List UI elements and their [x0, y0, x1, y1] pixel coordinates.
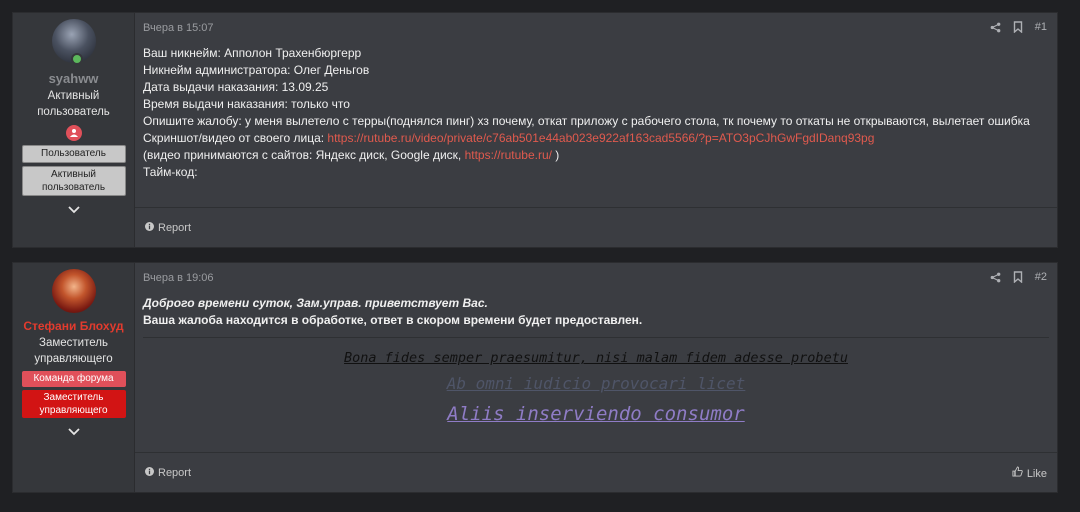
message-text: Скриншот/видео от своего лица: — [143, 131, 328, 145]
forum-post: Стефани Блохуд Заместитель управляющего … — [12, 262, 1058, 493]
chevron-down-icon[interactable] — [67, 206, 80, 214]
post-footer: Report Like — [135, 452, 1057, 492]
report-label: Report — [158, 466, 192, 479]
video-link[interactable]: https://rutube.ru/video/private/c76ab501… — [327, 131, 874, 145]
like-label: Like — [1026, 467, 1047, 480]
like-icon — [1012, 465, 1023, 480]
signature-line: Ab omni iudicio provocari licet — [446, 374, 746, 393]
report-button[interactable]: Report — [145, 466, 192, 479]
share-icon[interactable] — [990, 22, 1001, 33]
message-line: Скриншот/видео от своего лица: https://r… — [143, 130, 1033, 147]
message-text: ) — [551, 148, 560, 162]
forum-post: syahww Активный пользователь Пользовател… — [12, 12, 1058, 248]
post-tools: #2 — [990, 271, 1047, 283]
post-number[interactable]: #1 — [1035, 21, 1047, 33]
message-line: Тайм-код: — [143, 165, 198, 179]
bookmark-icon[interactable] — [1013, 271, 1023, 283]
message-line: Время выдачи наказания: только что — [143, 97, 350, 111]
signature-line: Bona fides semper praesumitur, nisi mala… — [344, 350, 848, 366]
avatar[interactable] — [51, 19, 96, 65]
message-line: Ваш никнейм: Апполон Трахенбюргерр — [143, 46, 362, 60]
post-content: Вчера в 19:06 #2 Доброго времени суток, … — [135, 263, 1057, 492]
user-info: syahww Активный пользователь Пользовател… — [13, 13, 135, 247]
user-badge: Заместитель управляющего — [21, 390, 126, 418]
post-date[interactable]: Вчера в 15:07 — [143, 22, 214, 34]
username[interactable]: syahww — [49, 71, 99, 86]
user-badge: Команда форума — [21, 371, 126, 387]
post-number[interactable]: #2 — [1035, 271, 1047, 283]
post-message: Доброго времени суток, Зам.управ. привет… — [143, 295, 1033, 329]
report-label: Report — [158, 221, 192, 234]
post-date[interactable]: Вчера в 19:06 — [143, 272, 214, 284]
report-button[interactable]: Report — [145, 221, 192, 234]
message-line: Опишите жалобу: у меня вылетело с терры(… — [143, 114, 1030, 128]
post-content: Вчера в 15:07 #1 Ваш никнейм: Апполон Тр… — [135, 13, 1057, 247]
user-badge: Пользователь — [21, 145, 126, 163]
post-footer: Report — [135, 207, 1057, 247]
signature-divider — [143, 337, 1049, 338]
username[interactable]: Стефани Блохуд — [23, 319, 123, 333]
chevron-down-icon[interactable] — [67, 428, 80, 436]
user-title: Заместитель управляющего — [34, 337, 113, 365]
message-line: Никнейм администратора: Олег Деньгов — [143, 63, 370, 77]
message-line: Дата выдачи наказания: 13.09.25 — [143, 80, 329, 94]
bookmark-icon[interactable] — [1013, 21, 1023, 33]
user-info: Стефани Блохуд Заместитель управляющего … — [13, 263, 135, 492]
rutube-link[interactable]: https://rutube.ru/ — [465, 148, 552, 162]
share-icon[interactable] — [990, 272, 1001, 283]
message-line: Ваша жалоба находится в обработке, ответ… — [143, 313, 643, 327]
signature-line: Aliis inserviendo consumor — [447, 403, 745, 425]
user-badge: Активный пользователь — [21, 166, 126, 196]
like-button[interactable]: Like — [1012, 465, 1047, 480]
online-indicator-icon — [70, 53, 83, 65]
info-icon — [145, 466, 154, 479]
avatar[interactable] — [51, 269, 96, 313]
post-message: Ваш никнейм: Апполон Трахенбюргерр Никне… — [143, 45, 1033, 181]
greeting-line: Доброго времени суток, Зам.управ. привет… — [143, 296, 488, 310]
role-icon — [65, 125, 82, 141]
info-icon — [145, 221, 154, 234]
user-title: Активный пользователь — [37, 90, 110, 118]
message-text: (видео принимаются с сайтов: Яндекс диск… — [143, 148, 465, 162]
message-line: (видео принимаются с сайтов: Яндекс диск… — [143, 147, 1033, 164]
post-tools: #1 — [990, 21, 1047, 33]
